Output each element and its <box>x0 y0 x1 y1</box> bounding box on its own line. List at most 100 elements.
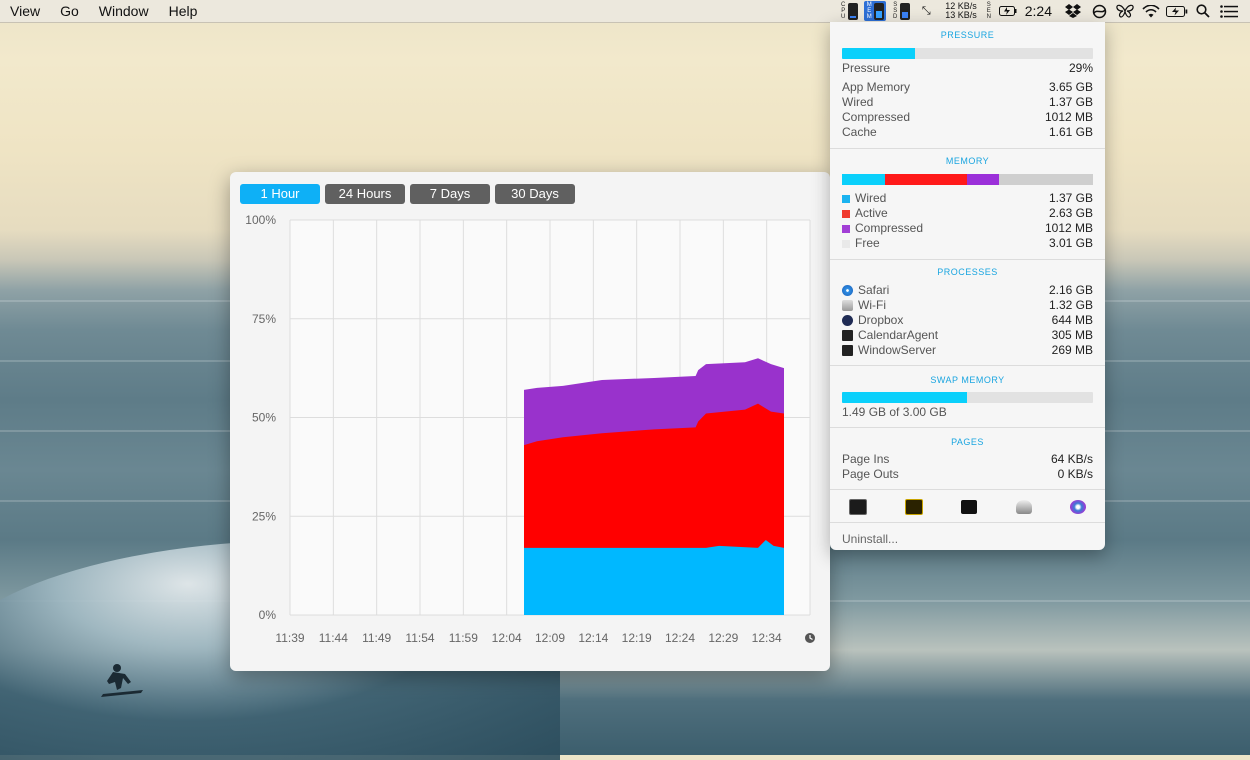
memory-history-chart: 100% 75% 50% 25% 0% 11:39 11:44 11:49 11:54 11:59… <box>245 213 815 645</box>
dropbox-icon <box>842 315 853 326</box>
tab-1-hour[interactable]: 1 Hour <box>240 184 320 204</box>
battery-bolt-icon[interactable] <box>997 0 1019 22</box>
arrows-icon[interactable]: ⤡ <box>915 0 937 22</box>
marked-icon[interactable] <box>905 499 924 515</box>
process-row[interactable]: CalendarAgent 305 MB <box>842 328 1093 343</box>
segment-active <box>884 174 968 185</box>
x-tick-label: 12:19 <box>622 631 652 645</box>
memory-title: MEMORY <box>945 156 990 166</box>
utility-icon[interactable] <box>1015 500 1032 514</box>
menu-window[interactable]: Window <box>89 0 159 22</box>
swap-title: SWAP MEMORY <box>930 375 1005 385</box>
x-tick-label: 12:24 <box>665 631 695 645</box>
process-label: Wi-Fi <box>842 298 886 313</box>
free-swatch <box>842 239 850 248</box>
memory-row: Free 3.01 GB <box>842 236 1093 251</box>
x-tick-label: 12:14 <box>578 631 608 645</box>
terminal-icon[interactable] <box>961 500 978 514</box>
tab-30-days[interactable]: 30 Days <box>495 184 575 204</box>
memory-composition-bar <box>842 174 1093 185</box>
processes-title: PROCESSES <box>937 267 998 277</box>
process-label: WindowServer <box>842 343 936 358</box>
sensor-indicator[interactable]: S E N <box>986 2 992 20</box>
menu-clock[interactable]: 2:24 <box>1025 3 1052 19</box>
notification-center-icon[interactable] <box>1218 0 1240 22</box>
divider <box>830 148 1105 149</box>
network-indicator[interactable]: 12 KB/s 13 KB/s <box>945 2 977 20</box>
pressure-label: Pressure <box>842 61 891 75</box>
detail-row: App Memory 3.65 GB <box>842 80 1093 95</box>
memory-row-value: 2.63 GB <box>1048 206 1093 220</box>
segment-compressed <box>967 174 999 185</box>
memory-row-text: Wired <box>855 191 887 205</box>
detail-row: Compressed 1012 MB <box>842 110 1093 125</box>
process-row[interactable]: WindowServer 269 MB <box>842 343 1093 358</box>
spotlight-search-icon[interactable] <box>1192 0 1214 22</box>
safari-icon <box>842 285 853 296</box>
wired-swatch <box>842 194 850 203</box>
ssd-indicator[interactable]: S S D <box>892 2 911 20</box>
pressure-bar <box>842 48 1093 59</box>
pages-value: 64 KB/s <box>1050 452 1093 466</box>
divider <box>830 365 1105 366</box>
clock-icon <box>805 633 815 643</box>
x-tick-label: 12:09 <box>535 631 565 645</box>
area-series-wired <box>524 539 784 615</box>
detail-label: Compressed <box>842 110 911 124</box>
terminal-icon <box>842 345 853 356</box>
activity-monitor-icon[interactable] <box>849 499 868 515</box>
segment-free <box>998 174 1093 185</box>
y-tick-label: 25% <box>252 509 276 523</box>
butterfly-icon[interactable] <box>1114 0 1136 22</box>
process-row[interactable]: Dropbox 644 MB <box>842 313 1093 328</box>
process-value: 269 MB <box>1051 343 1093 357</box>
swap-text: 1.49 GB of 3.00 GB <box>842 405 947 419</box>
segment-wired <box>842 174 885 185</box>
y-tick-label: 0% <box>259 608 277 622</box>
menu-bar: View Go Window Help C P U M E M S S D ⤡ … <box>0 0 1250 23</box>
process-label: Safari <box>842 283 889 298</box>
circle-slash-icon[interactable] <box>1088 0 1110 22</box>
process-name: CalendarAgent <box>858 328 939 342</box>
memory-row-text: Active <box>855 206 888 220</box>
x-tick-label: 12:34 <box>752 631 782 645</box>
divider <box>830 259 1105 260</box>
menu-view[interactable]: View <box>0 0 50 22</box>
mem-bar <box>874 2 885 20</box>
uninstall-link[interactable]: Uninstall... <box>842 532 898 546</box>
memory-row: Compressed 1012 MB <box>842 221 1093 236</box>
time-range-tabs: 1 Hour 24 Hours 7 Days 30 Days <box>240 184 575 204</box>
process-row[interactable]: Safari 2.16 GB <box>842 283 1093 298</box>
cpu-tag: C P U <box>841 2 846 20</box>
surfer-figure <box>101 664 143 697</box>
battery-icon[interactable] <box>1166 0 1188 22</box>
divider <box>830 522 1105 523</box>
process-name: Safari <box>858 283 890 297</box>
tab-24-hours[interactable]: 24 Hours <box>325 184 405 204</box>
dropbox-menu-icon[interactable] <box>1062 0 1084 22</box>
x-tick-label: 11:49 <box>362 631 391 645</box>
x-tick-label: 11:44 <box>319 631 348 645</box>
detail-value: 1.37 GB <box>1048 95 1093 109</box>
x-tick-label: 11:54 <box>405 631 434 645</box>
pages-label: Page Outs <box>842 467 899 481</box>
menu-help[interactable]: Help <box>159 0 208 22</box>
process-label: CalendarAgent <box>842 328 938 343</box>
disk-diag-icon[interactable] <box>1069 500 1086 514</box>
pressure-value: 29% <box>1068 61 1093 75</box>
process-row[interactable]: Wi-Fi 1.32 GB <box>842 298 1093 313</box>
pressure-title: PRESSURE <box>940 30 995 40</box>
menu-go[interactable]: Go <box>50 0 89 22</box>
mem-tag: M E M <box>866 2 872 20</box>
mem-indicator[interactable]: M E M <box>864 1 887 21</box>
terminal-icon <box>842 330 853 341</box>
process-name: Wi-Fi <box>858 298 886 312</box>
ssd-bar <box>900 2 911 20</box>
cpu-indicator[interactable]: C P U <box>840 2 859 20</box>
pages-value: 0 KB/s <box>1057 467 1093 481</box>
wifi-icon[interactable] <box>1140 0 1162 22</box>
process-value: 2.16 GB <box>1048 283 1093 297</box>
swap-row: 1.49 GB of 3.00 GB <box>842 405 1093 420</box>
tab-7-days[interactable]: 7 Days <box>410 184 490 204</box>
process-name: WindowServer <box>858 343 937 357</box>
